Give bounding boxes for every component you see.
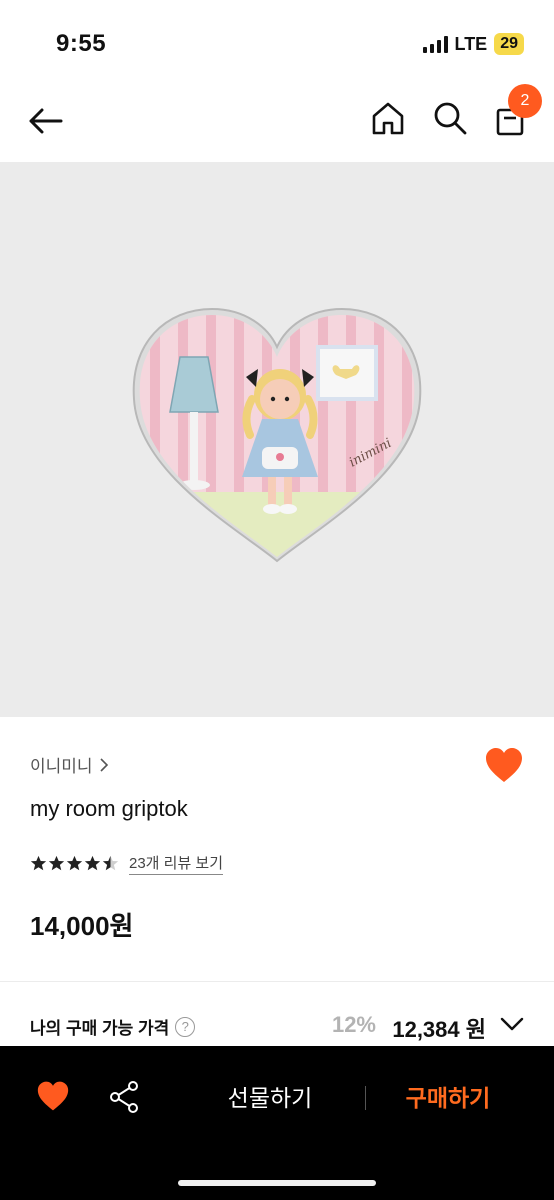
brand-link[interactable]: 이니미니 bbox=[30, 752, 109, 777]
search-icon bbox=[434, 102, 467, 135]
star-icon bbox=[102, 855, 119, 871]
cart-count-badge: 2 bbox=[508, 84, 542, 118]
search-button[interactable] bbox=[430, 98, 470, 138]
home-icon bbox=[372, 102, 404, 135]
brand-name: 이니미니 bbox=[30, 757, 93, 776]
network-label: LTE bbox=[454, 33, 488, 54]
star-icon bbox=[84, 855, 101, 871]
chevron-down-icon[interactable] bbox=[500, 1016, 524, 1032]
star-icon bbox=[66, 855, 83, 871]
sale-price: 12,384 원 bbox=[392, 1017, 486, 1042]
like-button[interactable] bbox=[484, 746, 524, 786]
help-icon[interactable]: ? bbox=[175, 1016, 196, 1037]
buy-button[interactable]: 구매하기 bbox=[382, 1076, 514, 1116]
my-price-label: 나의 구매 가능 가격 bbox=[30, 1019, 170, 1038]
battery-icon: 29 bbox=[494, 33, 524, 55]
share-icon bbox=[110, 1081, 138, 1113]
arrow-left-icon bbox=[29, 108, 63, 134]
chevron-right-icon bbox=[99, 757, 108, 772]
home-indicator bbox=[178, 1180, 376, 1186]
signal-icon bbox=[422, 35, 448, 53]
divider bbox=[0, 981, 554, 982]
status-bar: 9:55 LTE 29 bbox=[0, 0, 554, 80]
my-price-row[interactable]: 나의 구매 가능 가격 ? 12% 12,384 원 bbox=[30, 1000, 524, 1046]
bottom-action-bar: 선물하기 구매하기 bbox=[0, 1046, 554, 1200]
star-icon bbox=[30, 855, 47, 871]
star-rating bbox=[30, 855, 119, 872]
home-button[interactable] bbox=[368, 98, 408, 138]
action-divider bbox=[365, 1086, 366, 1110]
gift-button[interactable]: 선물하기 bbox=[200, 1076, 340, 1116]
discount-rate: 12% bbox=[331, 1012, 376, 1037]
my-price-label-group: 나의 구매 가능 가격 ? bbox=[30, 1014, 196, 1039]
top-nav bbox=[0, 80, 554, 162]
product-image[interactable]: inimini bbox=[0, 162, 554, 717]
product-title: my room griptok bbox=[30, 796, 188, 821]
status-time: 9:55 bbox=[56, 30, 107, 57]
product-price: 14,000원 bbox=[30, 911, 134, 941]
star-icon bbox=[48, 855, 65, 871]
back-button[interactable] bbox=[24, 100, 66, 142]
heart-icon bbox=[37, 1081, 69, 1111]
status-indicators: LTE 29 bbox=[422, 33, 524, 55]
heart-griptok-image: inimini bbox=[132, 307, 422, 563]
rating-row: 23개 리뷰 보기 bbox=[30, 852, 224, 875]
review-link[interactable]: 23개 리뷰 보기 bbox=[129, 852, 224, 875]
heart-icon bbox=[486, 748, 522, 782]
share-button[interactable] bbox=[108, 1080, 140, 1114]
wishlist-button[interactable] bbox=[36, 1080, 70, 1112]
